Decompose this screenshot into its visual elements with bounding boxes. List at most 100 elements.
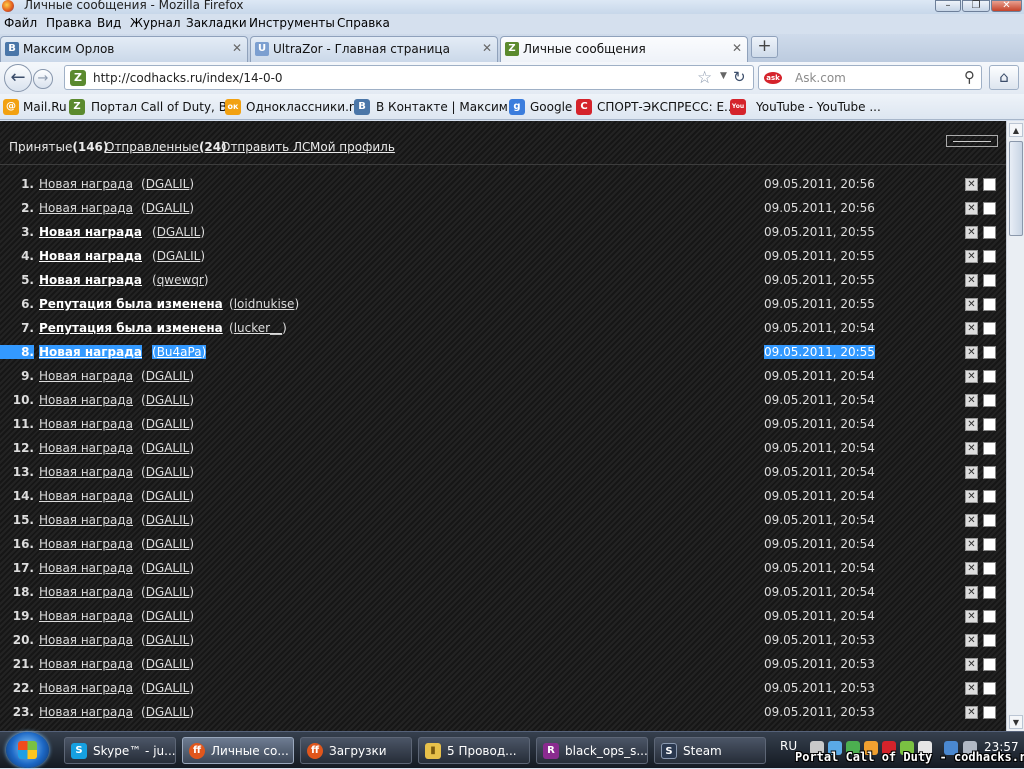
message-row[interactable]: 18. Новая награда (DGALIL) 09.05.2011, 20:5… xyxy=(0,581,1006,605)
message-subject-link[interactable]: Новая награда xyxy=(39,225,142,239)
tab-personal-messages[interactable]: Z Личные сообщения ✕ xyxy=(500,36,748,63)
menu-view[interactable]: Вид xyxy=(97,16,121,30)
message-subject-link[interactable]: Новая награда xyxy=(39,369,133,383)
message-subject-link[interactable]: Новая награда xyxy=(39,657,133,671)
resize-handle-icon[interactable] xyxy=(946,135,998,147)
message-sender[interactable]: (DGALIL) xyxy=(141,705,194,719)
close-button[interactable]: ✕ xyxy=(991,0,1022,12)
sender-name-link[interactable]: DGALIL xyxy=(146,417,190,431)
my-profile-link[interactable]: Мой профиль xyxy=(310,140,395,154)
select-checkbox[interactable] xyxy=(983,586,996,599)
message-row[interactable]: 9. Новая награда (DGALIL) 09.05.2011, 20:54… xyxy=(0,365,1006,389)
sender-name-link[interactable]: DGALIL xyxy=(157,225,201,239)
maximize-button[interactable]: ❐ xyxy=(962,0,990,12)
message-sender[interactable]: (DGALIL) xyxy=(141,513,194,527)
message-sender[interactable]: (DGALIL) xyxy=(141,465,194,479)
address-bar[interactable]: Z http://codhacks.ru/index/14-0-0 ☆ ▼ ↻ xyxy=(64,65,754,90)
minimize-button[interactable]: – xyxy=(935,0,961,12)
history-dropdown-icon[interactable]: ▼ xyxy=(720,71,727,81)
my-profile-label[interactable]: Мой профиль xyxy=(310,140,395,154)
back-button[interactable]: ← xyxy=(4,64,32,92)
task-steam[interactable]: S Steam xyxy=(654,737,766,764)
message-subject-link[interactable]: Новая награда xyxy=(39,537,133,551)
start-button[interactable] xyxy=(6,732,49,768)
delete-icon[interactable]: ✕ xyxy=(965,250,978,263)
message-row[interactable]: 22. Новая награда (DGALIL) 09.05.2011, 20:5… xyxy=(0,677,1006,701)
message-subject-link[interactable]: Новая награда xyxy=(39,417,133,431)
task-downloads[interactable]: ff Загрузки xyxy=(300,737,412,764)
message-row[interactable]: 19. Новая награда (DGALIL) 09.05.2011, 20:5… xyxy=(0,605,1006,629)
ask-engine-icon[interactable]: ask xyxy=(764,72,782,84)
delete-icon[interactable]: ✕ xyxy=(965,586,978,599)
message-row[interactable]: 6. Репутация была изменена (loidnukise) 09.… xyxy=(0,293,1006,317)
select-checkbox[interactable] xyxy=(983,682,996,695)
message-row[interactable]: 15. Новая награда (DGALIL) 09.05.2011, 20:5… xyxy=(0,509,1006,533)
inbox-link[interactable]: Принятые(146) xyxy=(9,140,108,154)
menu-history[interactable]: Журнал xyxy=(130,16,181,30)
task-explorer[interactable]: ▮ 5 Провод... xyxy=(418,737,530,764)
message-row[interactable]: 11. Новая награда (DGALIL) 09.05.2011, 20:5… xyxy=(0,413,1006,437)
select-checkbox[interactable] xyxy=(983,514,996,527)
message-subject-link[interactable]: Новая награда xyxy=(39,249,142,263)
delete-icon[interactable]: ✕ xyxy=(965,658,978,671)
message-sender[interactable]: (DGALIL) xyxy=(141,441,194,455)
delete-icon[interactable]: ✕ xyxy=(965,226,978,239)
delete-icon[interactable]: ✕ xyxy=(965,346,978,359)
message-sender[interactable]: (DGALIL) xyxy=(141,561,194,575)
sender-name-link[interactable]: DGALIL xyxy=(146,585,190,599)
bookmark-google[interactable]: Google xyxy=(530,100,572,114)
message-sender[interactable]: (DGALIL) xyxy=(141,417,194,431)
message-row[interactable]: 14. Новая награда (DGALIL) 09.05.2011, 20:5… xyxy=(0,485,1006,509)
delete-icon[interactable]: ✕ xyxy=(965,634,978,647)
select-checkbox[interactable] xyxy=(983,298,996,311)
message-row[interactable]: 8. Новая награда (Bu4aPa) 09.05.2011, 20:55… xyxy=(0,341,1006,365)
message-sender[interactable]: (DGALIL) xyxy=(141,489,194,503)
tab-ultrazor[interactable]: U UltraZor - Главная страница ✕ xyxy=(250,36,498,62)
delete-icon[interactable]: ✕ xyxy=(965,514,978,527)
menu-help[interactable]: Справка xyxy=(337,16,390,30)
sender-name-link[interactable]: DGALIL xyxy=(146,441,190,455)
sender-name-link[interactable]: DGALIL xyxy=(146,657,190,671)
message-row[interactable]: 5. Новая награда (qwewqr) 09.05.2011, 20:55… xyxy=(0,269,1006,293)
message-row[interactable]: 2. Новая награда (DGALIL) 09.05.2011, 20:56… xyxy=(0,197,1006,221)
sender-name-link[interactable]: DGALIL xyxy=(146,537,190,551)
message-subject-link[interactable]: Новая награда xyxy=(39,681,133,695)
message-sender[interactable]: (DGALIL) xyxy=(141,681,194,695)
message-subject-link[interactable]: Новая награда xyxy=(39,465,133,479)
message-subject-link[interactable]: Новая награда xyxy=(39,609,133,623)
bookmark-sport-express[interactable]: СПОРТ-ЭКСПРЕСС: Е... xyxy=(597,100,736,114)
sender-name-link[interactable]: DGALIL xyxy=(146,465,190,479)
select-checkbox[interactable] xyxy=(983,370,996,383)
message-subject-link[interactable]: Новая награда xyxy=(39,633,133,647)
bookmark-cod-portal[interactable]: Портал Call of Duty, B... xyxy=(91,100,238,114)
delete-icon[interactable]: ✕ xyxy=(965,490,978,503)
menu-tools[interactable]: Инструменты xyxy=(249,16,335,30)
sender-name-link[interactable]: qwewqr xyxy=(157,273,204,287)
delete-icon[interactable]: ✕ xyxy=(965,442,978,455)
menu-file[interactable]: Файл xyxy=(4,16,37,30)
select-checkbox[interactable] xyxy=(983,442,996,455)
url-text[interactable]: http://codhacks.ru/index/14-0-0 xyxy=(93,71,283,85)
message-sender[interactable]: (DGALIL) xyxy=(141,393,194,407)
message-row[interactable]: 21. Новая награда (DGALIL) 09.05.2011, 20:5… xyxy=(0,653,1006,677)
message-sender[interactable]: (DGALIL) xyxy=(141,537,194,551)
sender-name-link[interactable]: DGALIL xyxy=(146,681,190,695)
sender-name-link[interactable]: DGALIL xyxy=(157,249,201,263)
delete-icon[interactable]: ✕ xyxy=(965,178,978,191)
tab-close-icon[interactable]: ✕ xyxy=(482,41,492,55)
message-subject-link[interactable]: Репутация была изменена xyxy=(39,297,223,311)
search-icon[interactable]: ⚲ xyxy=(964,68,975,86)
message-sender[interactable]: (DGALIL) xyxy=(141,633,194,647)
delete-icon[interactable]: ✕ xyxy=(965,418,978,431)
sent-link[interactable]: Отправленные(24) xyxy=(105,140,227,154)
message-subject-link[interactable]: Репутация была изменена xyxy=(39,321,223,335)
message-subject-link[interactable]: Новая награда xyxy=(39,705,133,719)
message-sender[interactable]: (Bu4aPa) xyxy=(152,345,207,359)
select-checkbox[interactable] xyxy=(983,394,996,407)
message-row[interactable]: 1. Новая награда (DGALIL) 09.05.2011, 20:56… xyxy=(0,173,1006,197)
message-row[interactable]: 12. Новая награда (DGALIL) 09.05.2011, 20:5… xyxy=(0,437,1006,461)
bookmark-youtube[interactable]: YouTube - YouTube ... xyxy=(756,100,881,114)
select-checkbox[interactable] xyxy=(983,490,996,503)
delete-icon[interactable]: ✕ xyxy=(965,370,978,383)
select-checkbox[interactable] xyxy=(983,346,996,359)
